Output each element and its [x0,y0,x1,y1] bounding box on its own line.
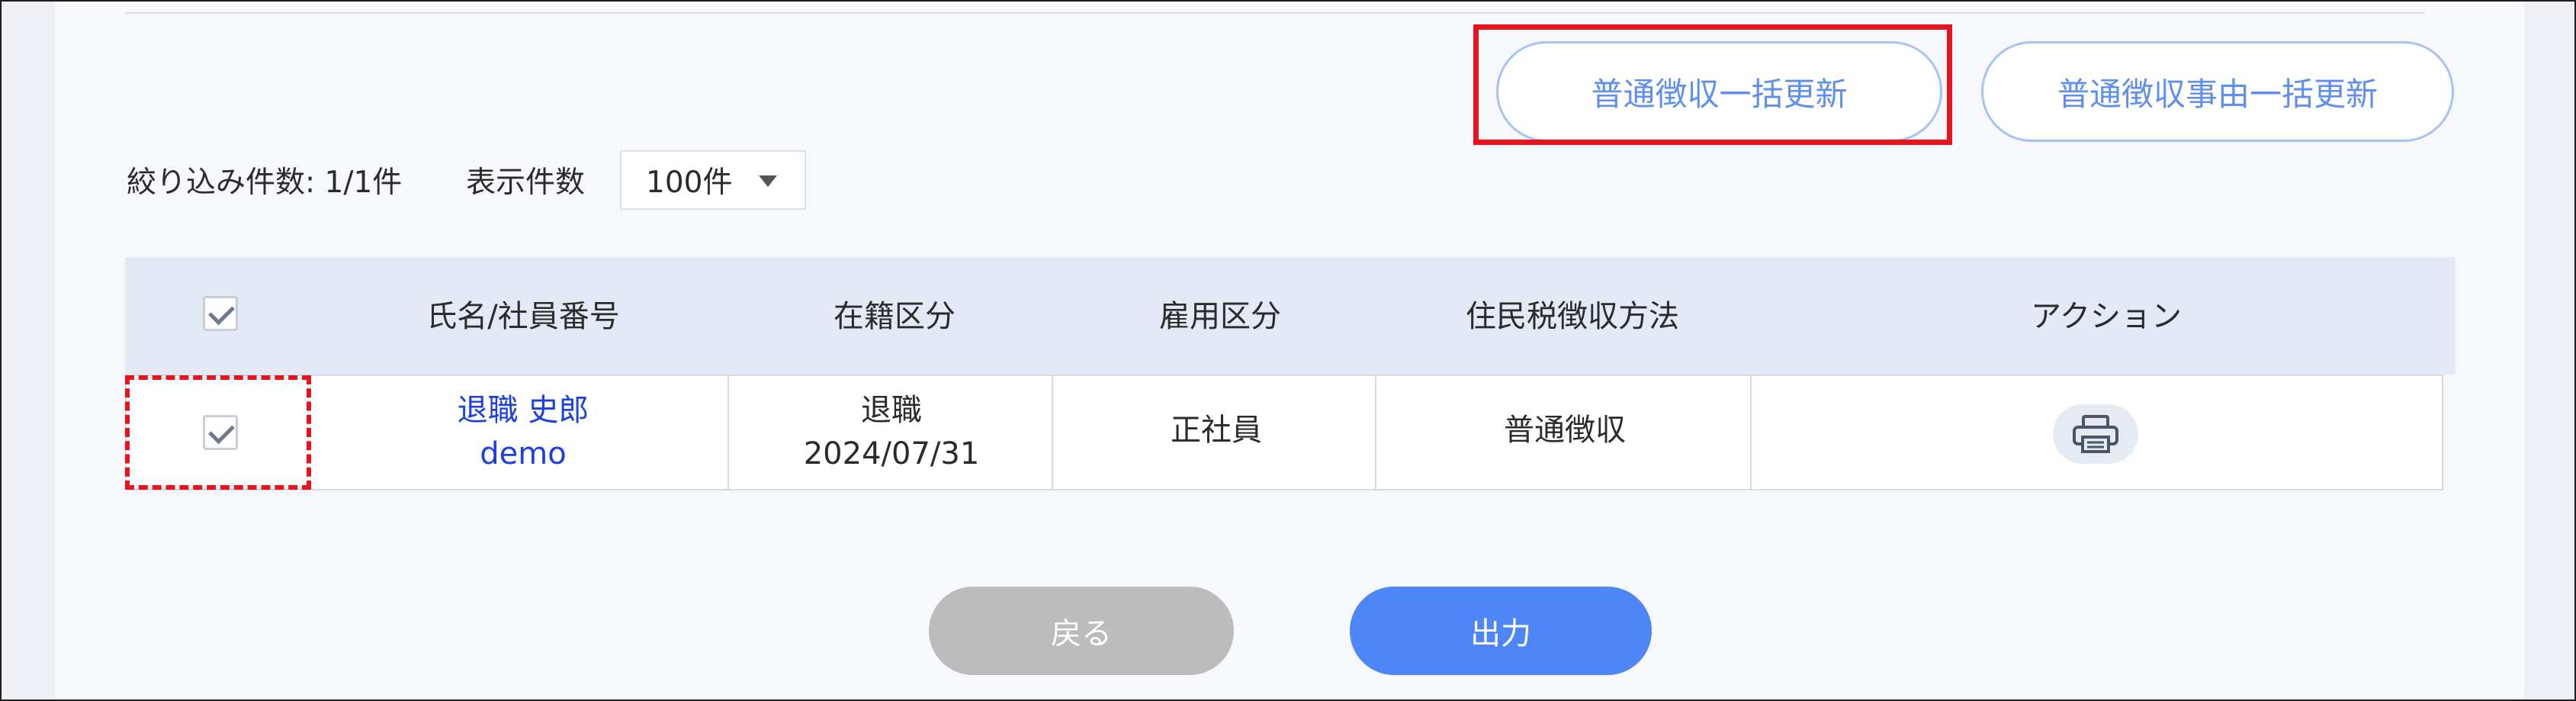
employee-number-link[interactable]: demo [458,432,589,476]
enrollment-status-date: 2024/07/31 [803,436,980,471]
print-button[interactable] [2053,404,2138,464]
display-count-select[interactable]: 100件 [620,150,806,210]
column-divider [728,375,729,490]
enrollment-status-text: 退職 [860,393,922,428]
header-tax-collection-method: 住民税徴収方法 [1466,299,1679,334]
column-divider [1375,375,1376,490]
back-button[interactable]: 戻る [929,587,1234,675]
top-divider [125,12,2425,14]
employee-name-link[interactable]: 退職 史郎 [458,389,589,432]
caret-down-icon [759,175,777,187]
tax-method-text: 普通徴収 [1504,413,1626,448]
left-gutter [2,2,55,699]
bulk-normal-collection-reason-update-button[interactable]: 普通徴収事由一括更新 [1981,41,2454,142]
display-count-value: 100件 [646,166,733,200]
filter-count-text: 絞り込み件数: 1/1件 [127,166,403,200]
output-button[interactable]: 出力 [1350,587,1652,675]
header-name-employee-no: 氏名/社員番号 [426,299,620,334]
page-frame: 普通徴収一括更新 普通徴収事由一括更新 絞り込み件数: 1/1件 表示件数 10… [0,0,2576,701]
employment-type-text: 正社員 [1171,413,1262,448]
display-count-label: 表示件数 [466,166,586,200]
select-all-checkbox[interactable] [203,296,238,331]
right-gutter [2524,2,2574,699]
header-enrollment-status: 在籍区分 [834,299,956,334]
printer-icon [2073,415,2118,453]
header-employment-type: 雇用区分 [1159,299,1281,334]
column-divider [1052,375,1053,490]
highlight-box-bulk-update [1473,24,1952,145]
column-divider [1750,375,1752,490]
highlight-box-row-checkbox [125,375,311,490]
header-action: アクション [2031,299,2182,334]
